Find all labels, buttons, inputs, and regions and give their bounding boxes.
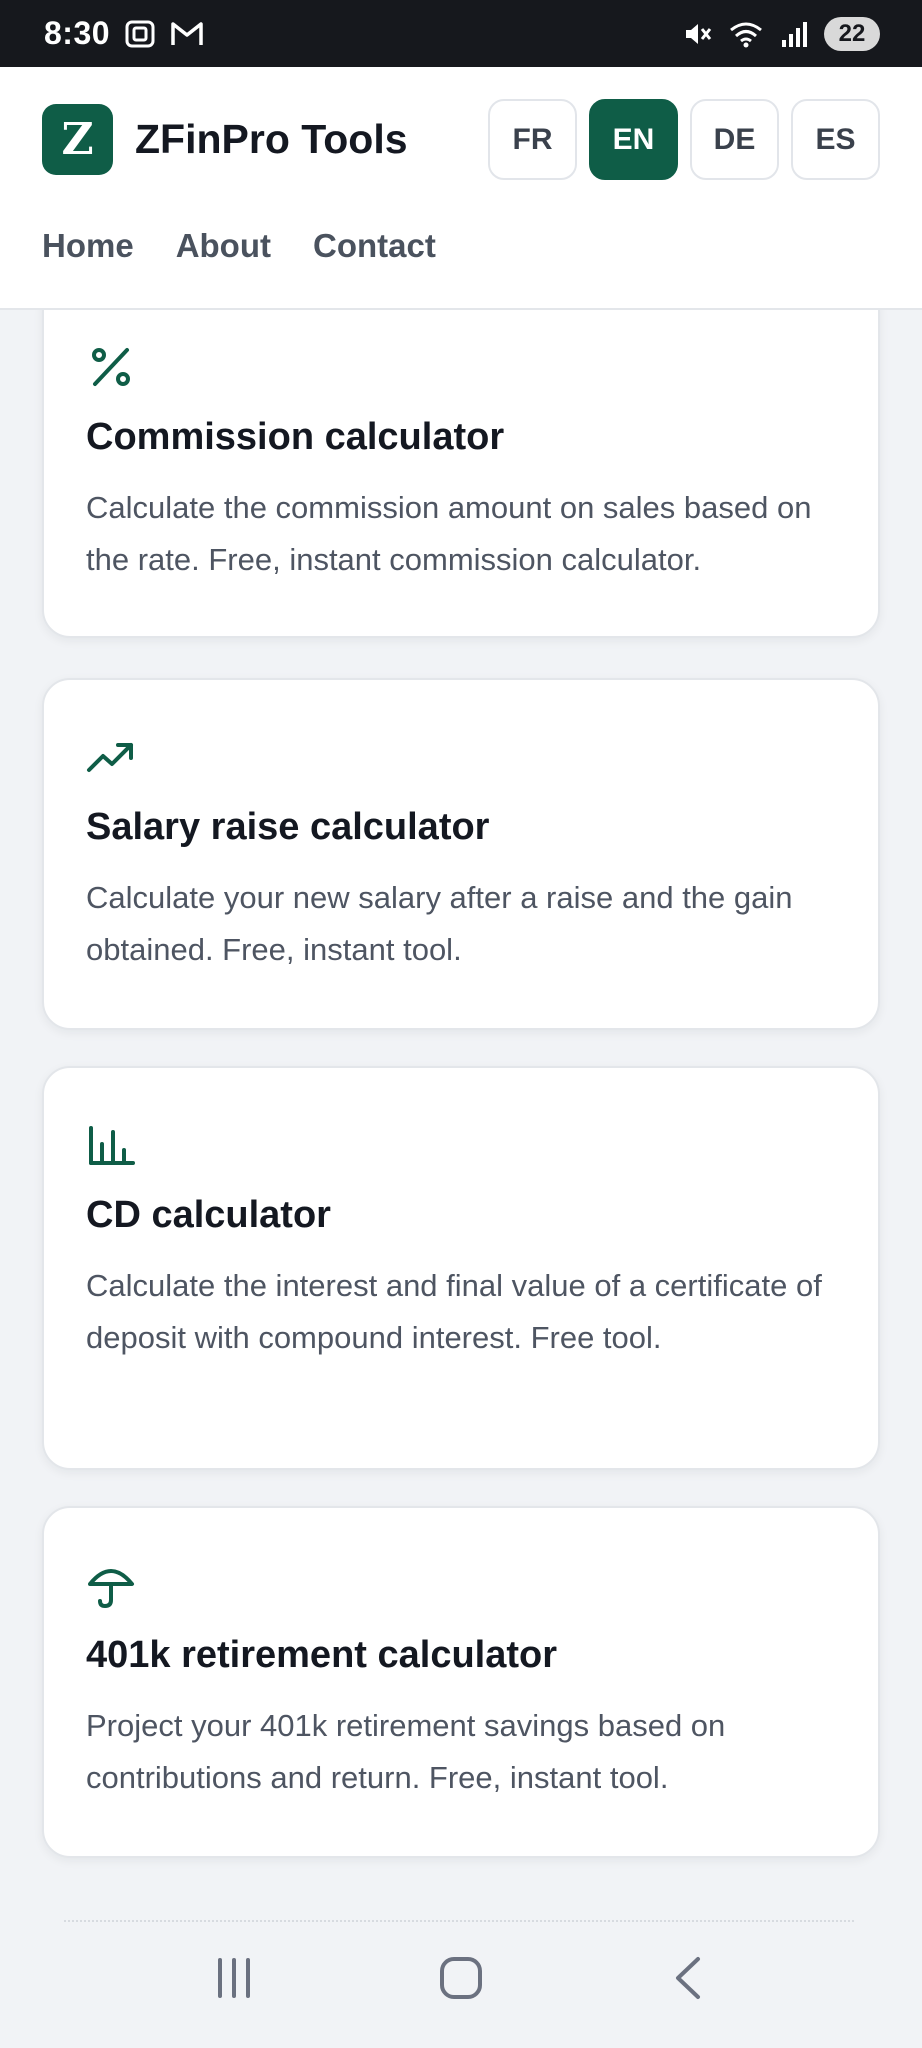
back-button[interactable] bbox=[648, 1938, 728, 2018]
card-description: Calculate the commission amount on sales… bbox=[86, 490, 812, 577]
trending-up-icon bbox=[87, 743, 133, 772]
language-switcher: FR EN DE ES bbox=[488, 99, 880, 180]
recent-apps-button[interactable] bbox=[194, 1938, 274, 2018]
home-button[interactable] bbox=[421, 1938, 501, 2018]
status-bar: 8:30 22 bbox=[0, 0, 922, 67]
gmail-icon bbox=[171, 21, 203, 45]
card-description: Project your 401k retirement savings bas… bbox=[86, 1708, 726, 1795]
lang-button-es[interactable]: ES bbox=[791, 99, 880, 180]
screenshot-icon bbox=[125, 20, 155, 47]
lang-button-fr[interactable]: FR bbox=[488, 99, 577, 180]
tool-card-401k[interactable]: 401k retirement calculator Project your … bbox=[42, 1506, 880, 1858]
home-icon bbox=[439, 1957, 482, 1999]
wifi-icon bbox=[730, 22, 762, 47]
back-icon bbox=[676, 1957, 701, 1999]
brand-name: ZFinPro Tools bbox=[135, 116, 408, 162]
status-time: 8:30 bbox=[44, 15, 111, 51]
umbrella-icon bbox=[88, 1569, 134, 1609]
tool-card-commission[interactable]: Commission calculator Calculate the comm… bbox=[42, 310, 880, 638]
logo: Z bbox=[42, 104, 113, 175]
tool-card-salary-raise[interactable]: Salary raise calculator Calculate your n… bbox=[42, 678, 880, 1030]
card-description: Calculate the interest and final value o… bbox=[86, 1268, 822, 1355]
nav-about-link[interactable]: About bbox=[176, 227, 271, 265]
nav-home-link[interactable]: Home bbox=[42, 227, 134, 265]
card-description: Calculate your new salary after a raise … bbox=[86, 880, 793, 967]
lang-button-en[interactable]: EN bbox=[589, 99, 678, 180]
tool-card-cd[interactable]: CD calculator Calculate the interest and… bbox=[42, 1066, 880, 1470]
site-header: Z ZFinPro Tools FR EN DE ES Home About C… bbox=[0, 67, 922, 310]
system-navigation-bar bbox=[0, 1908, 922, 2048]
battery-indicator: 22 bbox=[824, 16, 880, 51]
main-nav: Home About Contact bbox=[42, 227, 436, 265]
percent-icon bbox=[92, 348, 130, 386]
tool-list: Commission calculator Calculate the comm… bbox=[0, 310, 922, 1908]
recent-apps-icon bbox=[217, 1958, 250, 1998]
brand[interactable]: Z ZFinPro Tools bbox=[42, 104, 408, 175]
mute-icon bbox=[686, 23, 712, 44]
card-title: Salary raise calculator bbox=[86, 806, 490, 848]
card-title: Commission calculator bbox=[86, 416, 505, 458]
card-title: CD calculator bbox=[86, 1194, 331, 1236]
bar-chart-icon bbox=[89, 1126, 135, 1165]
nav-contact-link[interactable]: Contact bbox=[313, 227, 436, 265]
lang-button-de[interactable]: DE bbox=[690, 99, 779, 180]
card-title: 401k retirement calculator bbox=[86, 1634, 558, 1676]
signal-icon bbox=[782, 21, 807, 47]
